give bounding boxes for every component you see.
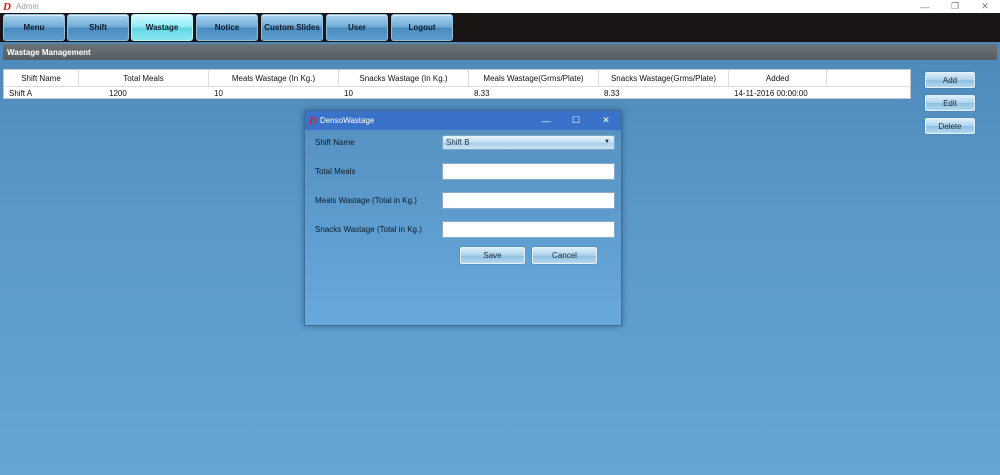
- minimize-icon[interactable]: —: [910, 0, 940, 13]
- column-header[interactable]: Total Meals: [79, 70, 209, 86]
- app-logo-icon: D: [3, 0, 11, 13]
- close-icon[interactable]: ✕: [591, 111, 621, 130]
- chevron-down-icon: ▼: [604, 139, 610, 145]
- shift-name-select[interactable]: Shift B ▼: [442, 135, 615, 150]
- column-header[interactable]: Meals Wastage (In Kg.): [209, 70, 339, 86]
- table-cell: 14-11-2016 00:00:00: [734, 88, 808, 98]
- column-header[interactable]: Snacks Wastage (In Kg.): [339, 70, 469, 86]
- section-title: Wastage Management: [3, 44, 997, 60]
- table-cell: 8.33: [604, 88, 620, 98]
- close-icon[interactable]: ✕: [970, 0, 1000, 13]
- restore-icon[interactable]: ❐: [940, 0, 970, 13]
- delete-button[interactable]: Delete: [925, 118, 975, 134]
- total-meals-input[interactable]: [442, 163, 615, 180]
- meals-wastage-input[interactable]: [442, 192, 615, 209]
- column-header[interactable]: Snacks Wastage(Grms/Plate): [599, 70, 729, 86]
- dialog-controls: — ☐ ✕: [531, 111, 621, 130]
- cancel-button[interactable]: Cancel: [532, 247, 597, 264]
- save-button[interactable]: Save: [460, 247, 525, 264]
- tab-menu[interactable]: Menu: [3, 14, 65, 41]
- tab-logout[interactable]: Logout: [391, 14, 453, 41]
- app-logo-icon: D: [309, 114, 317, 127]
- table-cell: Shift A: [9, 88, 33, 98]
- snacks-wastage-label: Snacks Wastage (Total in Kg.): [315, 225, 422, 234]
- column-header[interactable]: Shift Name: [4, 70, 79, 86]
- minimize-icon[interactable]: —: [531, 111, 561, 130]
- add-button[interactable]: Add: [925, 72, 975, 88]
- dialog-titlebar: D DensoWastage — ☐ ✕: [305, 111, 621, 130]
- tab-custom-slides[interactable]: Custom Slides: [261, 14, 323, 41]
- shift-name-label: Shift Name: [315, 138, 355, 147]
- table-row[interactable]: Shift A 1200 10 10 8.33 8.33 14-11-2016 …: [4, 87, 910, 99]
- table-cell: 1200: [109, 88, 127, 98]
- wastage-table: Shift Name Total Meals Meals Wastage (In…: [3, 69, 911, 99]
- window-title: Admin: [16, 2, 39, 11]
- table-header: Shift Name Total Meals Meals Wastage (In…: [4, 70, 910, 87]
- meals-wastage-label: Meals Wastage (Total in Kg.): [315, 196, 417, 205]
- dialog-title: DensoWastage: [319, 116, 375, 125]
- total-meals-label: Total Meals: [315, 167, 356, 176]
- nav-bar: Menu Shift Wastage Notice Custom Slides …: [0, 13, 1000, 42]
- snacks-wastage-input[interactable]: [442, 221, 615, 238]
- shift-name-value: Shift B: [446, 138, 470, 147]
- tab-shift[interactable]: Shift: [67, 14, 129, 41]
- window-titlebar: D Admin — ❐ ✕: [0, 0, 1000, 13]
- edit-button[interactable]: Edit: [925, 95, 975, 111]
- table-cell: 10: [214, 88, 223, 98]
- column-header[interactable]: Meals Wastage(Grms/Plate): [469, 70, 599, 86]
- table-cell: 10: [344, 88, 353, 98]
- column-header[interactable]: Added: [729, 70, 827, 86]
- tab-notice[interactable]: Notice: [196, 14, 258, 41]
- tab-user[interactable]: User: [326, 14, 388, 41]
- tab-wastage[interactable]: Wastage: [131, 14, 193, 41]
- denso-wastage-dialog: D DensoWastage — ☐ ✕ Shift Name Shift B …: [304, 110, 622, 326]
- table-cell: 8.33: [474, 88, 490, 98]
- window-controls: — ❐ ✕: [910, 0, 1000, 13]
- maximize-icon[interactable]: ☐: [561, 111, 591, 130]
